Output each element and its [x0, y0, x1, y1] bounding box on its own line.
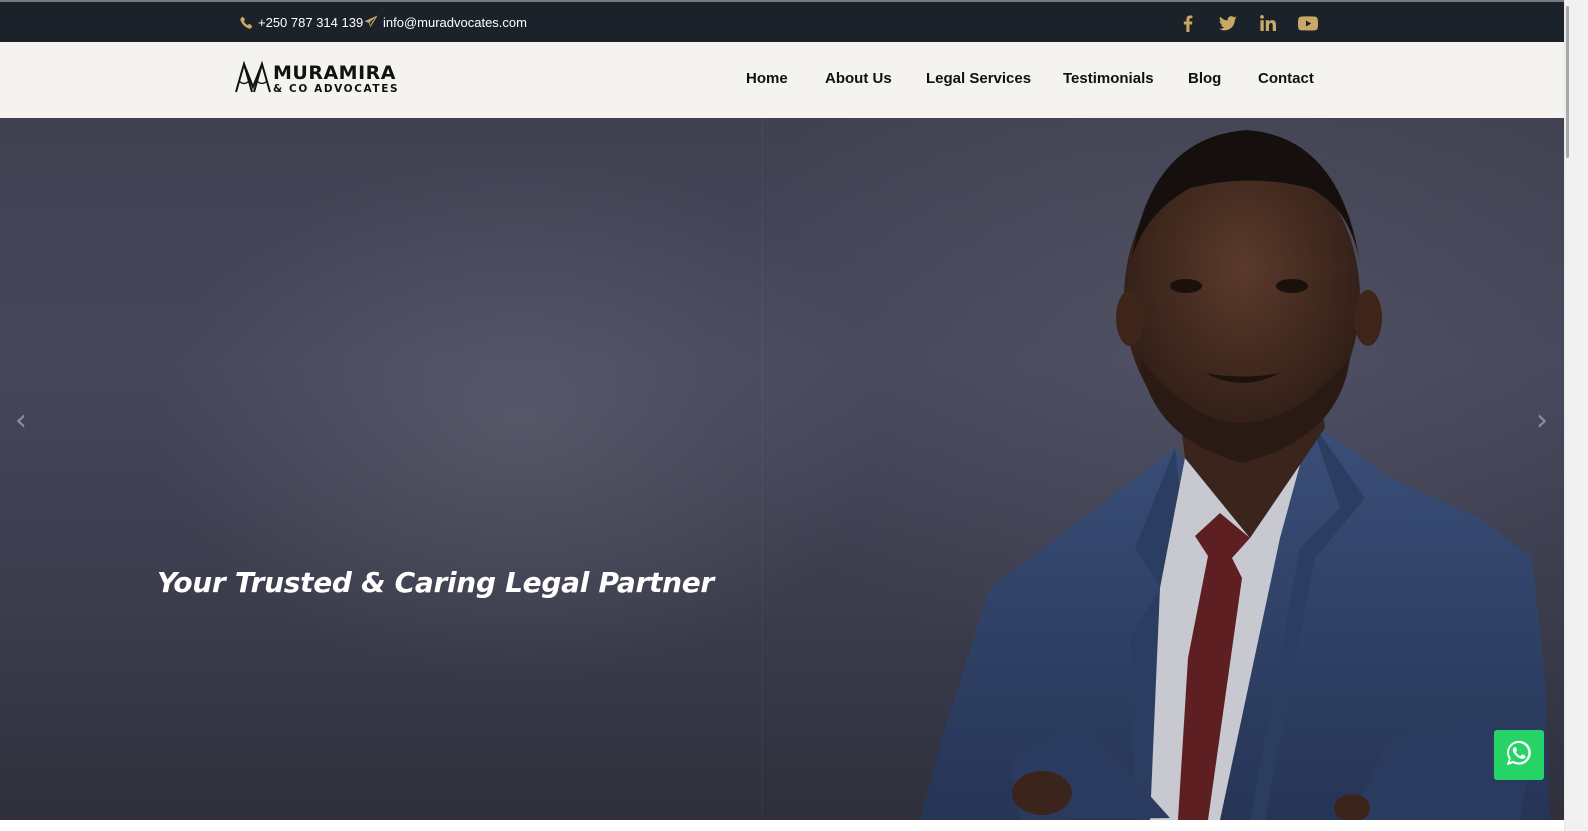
logo-text: MURAMIRA & CO ADVOCATES: [273, 61, 400, 95]
slider-prev-button[interactable]: ‹: [9, 403, 33, 439]
email-address: info@muradvocates.com: [383, 14, 527, 30]
whatsapp-button[interactable]: [1494, 730, 1544, 780]
twitter-icon[interactable]: [1217, 12, 1239, 34]
nav-about-us[interactable]: About Us: [825, 70, 892, 87]
linkedin-icon[interactable]: [1257, 12, 1279, 34]
logo[interactable]: MURAMIRA & CO ADVOCATES: [235, 59, 400, 98]
nav-testimonials[interactable]: Testimonials: [1063, 70, 1154, 87]
logo-subtitle: & CO ADVOCATES: [273, 82, 400, 95]
hero-divider: [762, 118, 763, 820]
slider-next-button[interactable]: ›: [1530, 403, 1554, 439]
page: +250 787 314 139 info@muradvocates.com M…: [0, 0, 1588, 831]
facebook-icon[interactable]: [1177, 12, 1199, 34]
page-bottom-edge: [0, 820, 1564, 831]
nav-home[interactable]: Home: [746, 70, 788, 87]
lawyer-portrait: [920, 130, 1550, 820]
scrollbar[interactable]: [1564, 0, 1588, 831]
nav-legal-services[interactable]: Legal Services: [926, 70, 1031, 87]
scales-of-justice-icon: [235, 59, 271, 98]
scrollbar-thumb[interactable]: [1566, 6, 1569, 158]
email-contact[interactable]: info@muradvocates.com: [364, 2, 527, 42]
site-header: MURAMIRA & CO ADVOCATES Home About Us Le…: [0, 42, 1564, 118]
phone-number: +250 787 314 139: [258, 14, 364, 30]
whatsapp-icon: [1504, 738, 1534, 773]
hero-heading: Your Trusted & Caring Legal Partner: [157, 566, 714, 599]
logo-name: MURAMIRA: [273, 61, 396, 84]
phone-icon: [240, 16, 253, 29]
nav-blog[interactable]: Blog: [1188, 70, 1221, 87]
youtube-icon[interactable]: [1297, 12, 1319, 34]
top-bar: +250 787 314 139 info@muradvocates.com: [0, 2, 1564, 42]
hero-slider: Your Trusted & Caring Legal Partner ‹ ›: [0, 118, 1564, 820]
nav-contact[interactable]: Contact: [1258, 70, 1314, 87]
paper-plane-icon: [364, 15, 378, 29]
phone-contact[interactable]: +250 787 314 139: [240, 2, 363, 42]
